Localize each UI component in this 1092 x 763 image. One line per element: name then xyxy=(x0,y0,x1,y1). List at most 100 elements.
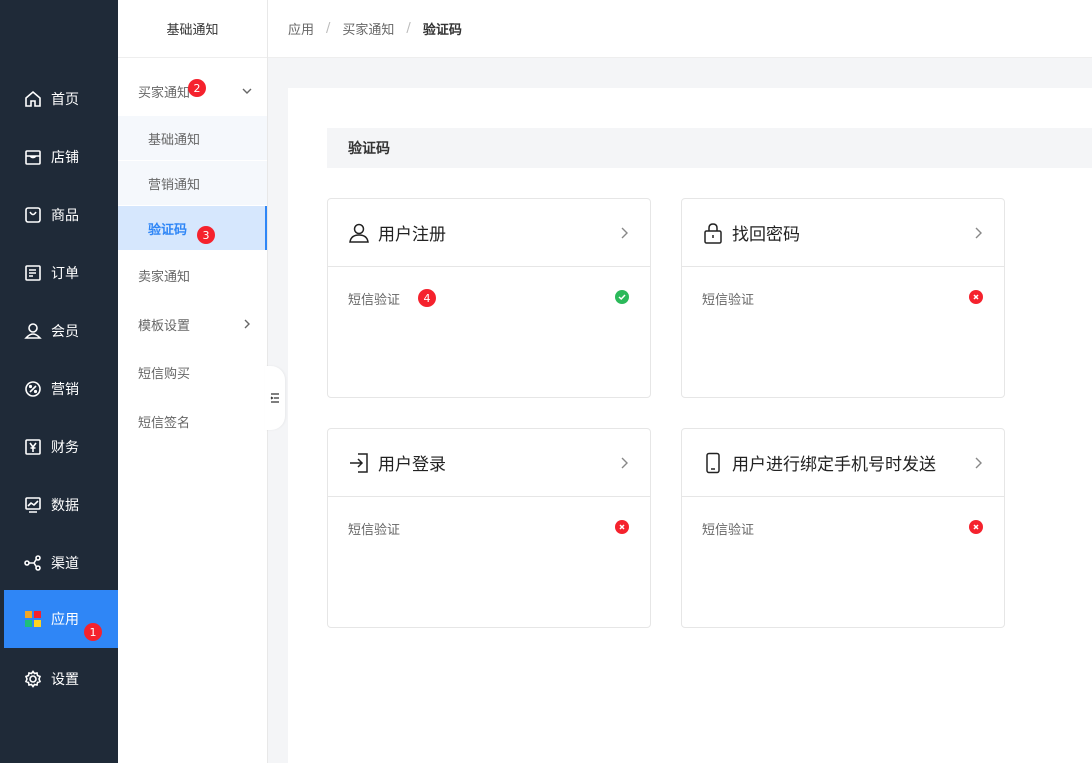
nav-label: 商品 xyxy=(51,208,79,224)
card-retrieve-password: 找回密码 短信验证 xyxy=(681,198,1005,398)
breadcrumb-item-current: 验证码 xyxy=(422,23,462,38)
breadcrumb-item-apps[interactable]: 应用 xyxy=(288,19,314,38)
nav-label: 首页 xyxy=(51,92,79,108)
card-body: 短信验证 xyxy=(328,497,650,627)
nav-item-goods[interactable]: 商品 xyxy=(4,186,118,244)
chart-icon xyxy=(24,496,42,514)
card-header[interactable]: 用户登录 xyxy=(328,429,650,497)
close-icon[interactable] xyxy=(969,290,983,304)
sub-sidebar: 基础通知 买家通知 基础通知 营销通知 验证码 卖家通知 模板设置 短信购买 短… xyxy=(118,0,268,763)
nav-item-marketing[interactable]: 营销 xyxy=(4,360,118,418)
card-body: 短信验证 xyxy=(682,497,1004,627)
nav-item-orders[interactable]: 订单 xyxy=(4,244,118,302)
card-header[interactable]: 用户注册 xyxy=(328,199,650,267)
subnav-label: 营销通知 xyxy=(148,177,201,193)
main-panel: 验证码 用户注册 短信验证 4 找回密码 短信验证 用户登录 短信验证 用户进行… xyxy=(288,88,1092,763)
store-icon xyxy=(24,148,42,166)
breadcrumb: 应用 / 买家通知 / 验证码 xyxy=(268,0,1092,58)
subnav-item-basic-notice[interactable]: 基础通知 xyxy=(118,116,267,160)
card-title: 找回密码 xyxy=(732,225,800,245)
nav-item-members[interactable]: 会员 xyxy=(4,302,118,360)
close-icon[interactable] xyxy=(615,520,629,534)
breadcrumb-separator: / xyxy=(326,21,331,36)
nav-item-finance[interactable]: 财务 xyxy=(4,418,118,476)
phone-icon xyxy=(706,452,720,473)
card-user-login: 用户登录 短信验证 xyxy=(327,428,651,628)
card-row-label: 短信验证 xyxy=(348,293,401,308)
user-icon xyxy=(349,223,369,243)
gear-icon xyxy=(24,670,42,688)
breadcrumb-item-buyer-notice[interactable]: 买家通知 xyxy=(342,19,394,38)
subnav-item-seller-notice[interactable]: 卖家通知 xyxy=(118,253,267,297)
subnav-label: 短信签名 xyxy=(138,415,191,431)
logo-area xyxy=(0,0,118,58)
card-row-label: 短信验证 xyxy=(702,293,755,308)
card-row-label: 短信验证 xyxy=(702,523,755,538)
subnav-item-sms-purchase[interactable]: 短信购买 xyxy=(118,350,267,394)
login-icon xyxy=(350,452,368,473)
nav-item-channels[interactable]: 渠道 xyxy=(4,534,118,592)
chevron-right-icon xyxy=(975,227,982,238)
subnav-item-verification-code[interactable]: 验证码 xyxy=(118,206,267,250)
nav-label: 数据 xyxy=(51,498,79,514)
nav-label: 会员 xyxy=(51,324,79,340)
order-icon xyxy=(24,264,42,282)
card-title: 用户进行绑定手机号时发送 xyxy=(732,455,936,475)
nav-item-store[interactable]: 店铺 xyxy=(4,128,118,186)
card-title: 用户登录 xyxy=(378,455,446,475)
nav-label: 设置 xyxy=(51,672,79,688)
subnav-item-template-settings[interactable]: 模板设置 xyxy=(118,302,267,346)
close-icon[interactable] xyxy=(969,520,983,534)
card-row-label: 短信验证 xyxy=(348,523,401,538)
chevron-down-icon xyxy=(242,88,252,94)
card-header[interactable]: 找回密码 xyxy=(682,199,1004,267)
nav-item-settings[interactable]: 设置 xyxy=(4,650,118,708)
card-user-register: 用户注册 短信验证 4 xyxy=(327,198,651,398)
step-badge-4: 4 xyxy=(418,289,436,307)
apps-icon xyxy=(24,610,42,628)
nav-label: 应用 xyxy=(51,612,79,628)
nav-item-home[interactable]: 首页 xyxy=(4,70,118,128)
card-header[interactable]: 用户进行绑定手机号时发送 xyxy=(682,429,1004,497)
step-badge-1: 1 xyxy=(84,623,102,641)
subnav-label: 短信购买 xyxy=(138,366,191,382)
nav-item-data[interactable]: 数据 xyxy=(4,476,118,534)
nav-label: 渠道 xyxy=(51,556,79,572)
card-body: 短信验证 4 xyxy=(328,267,650,397)
lock-icon xyxy=(704,222,722,244)
nav-label: 订单 xyxy=(51,266,79,282)
nav-label: 店铺 xyxy=(51,150,79,166)
subnav-label: 模板设置 xyxy=(138,318,191,334)
main-sidebar: 首页 店铺 商品 订单 会员 营销 财务 数据 渠道 应用 设置 1 xyxy=(0,0,118,763)
subnav-label: 基础通知 xyxy=(148,132,201,148)
menu-fold-icon xyxy=(270,393,279,403)
user-icon xyxy=(24,322,42,340)
subnav-label: 卖家通知 xyxy=(138,269,191,285)
home-icon xyxy=(24,90,42,108)
step-badge-3: 3 xyxy=(197,226,215,244)
nav-label: 营销 xyxy=(51,382,79,398)
chevron-right-icon xyxy=(244,319,250,329)
card-bind-phone: 用户进行绑定手机号时发送 短信验证 xyxy=(681,428,1005,628)
subnav-label: 买家通知 xyxy=(138,85,191,101)
section-title: 验证码 xyxy=(327,128,1092,168)
bag-icon xyxy=(24,206,42,224)
collapse-sidebar-button[interactable] xyxy=(265,366,285,430)
discount-icon xyxy=(24,380,42,398)
subnav-item-marketing-notice[interactable]: 营销通知 xyxy=(118,161,267,205)
chevron-right-icon xyxy=(621,227,628,238)
nav-item-apps[interactable]: 应用 xyxy=(4,590,118,648)
subnav-header: 基础通知 xyxy=(118,0,267,58)
chevron-right-icon xyxy=(621,457,628,468)
subnav-label: 验证码 xyxy=(148,222,188,238)
breadcrumb-separator: / xyxy=(406,21,411,36)
card-title: 用户注册 xyxy=(378,225,446,245)
card-body: 短信验证 xyxy=(682,267,1004,397)
chevron-right-icon xyxy=(975,457,982,468)
nav-label: 财务 xyxy=(51,440,79,456)
check-icon[interactable] xyxy=(615,290,629,304)
yuan-icon xyxy=(24,438,42,456)
subnav-item-sms-signature[interactable]: 短信签名 xyxy=(118,399,267,443)
share-icon xyxy=(24,554,42,572)
step-badge-2: 2 xyxy=(188,79,206,97)
